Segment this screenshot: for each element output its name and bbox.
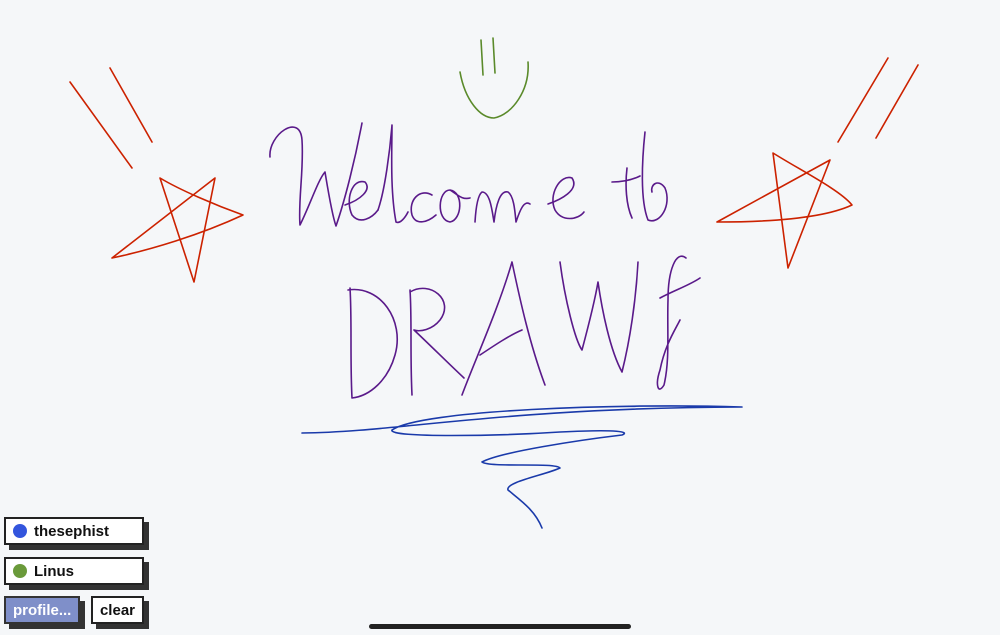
stroke-eye-2	[492, 37, 496, 74]
stroke-eye-1	[480, 39, 484, 76]
smiley-face	[459, 37, 529, 119]
stroke-W2	[559, 261, 639, 373]
profile-button[interactable]: profile...	[4, 596, 80, 624]
user-color-dot	[13, 524, 27, 538]
stroke-e2	[547, 176, 585, 220]
user-thesephist[interactable]: thesephist	[4, 517, 144, 545]
stroke-e1	[344, 180, 379, 221]
stroke-o	[439, 189, 471, 223]
stroke-c	[410, 192, 437, 223]
drawing-canvas[interactable]	[0, 0, 1000, 635]
stroke-t	[611, 167, 641, 219]
stroke-ray-4	[875, 64, 919, 139]
user-name: Linus	[34, 562, 74, 580]
home-indicator[interactable]	[369, 624, 631, 629]
stroke-ray-1	[69, 81, 133, 169]
stroke-A	[461, 261, 546, 396]
stroke-underline	[301, 405, 743, 529]
right-star	[716, 57, 919, 269]
stroke-star-right	[716, 152, 853, 269]
underline-scribble	[301, 405, 743, 529]
stroke-m	[474, 191, 531, 223]
stroke-W	[269, 122, 363, 227]
user-color-dot	[13, 564, 27, 578]
left-star	[69, 67, 244, 283]
stroke-D	[347, 287, 398, 399]
stroke-ray-2	[109, 67, 153, 143]
clear-button[interactable]: clear	[91, 596, 144, 624]
stroke-star-left	[111, 177, 244, 283]
user-linus[interactable]: Linus	[4, 557, 144, 585]
stroke-f	[656, 255, 701, 390]
stroke-l	[377, 124, 409, 224]
user-name: thesephist	[34, 522, 110, 540]
stroke-o2	[641, 131, 668, 222]
stroke-R	[409, 287, 465, 396]
welcome-handwriting	[269, 122, 701, 399]
